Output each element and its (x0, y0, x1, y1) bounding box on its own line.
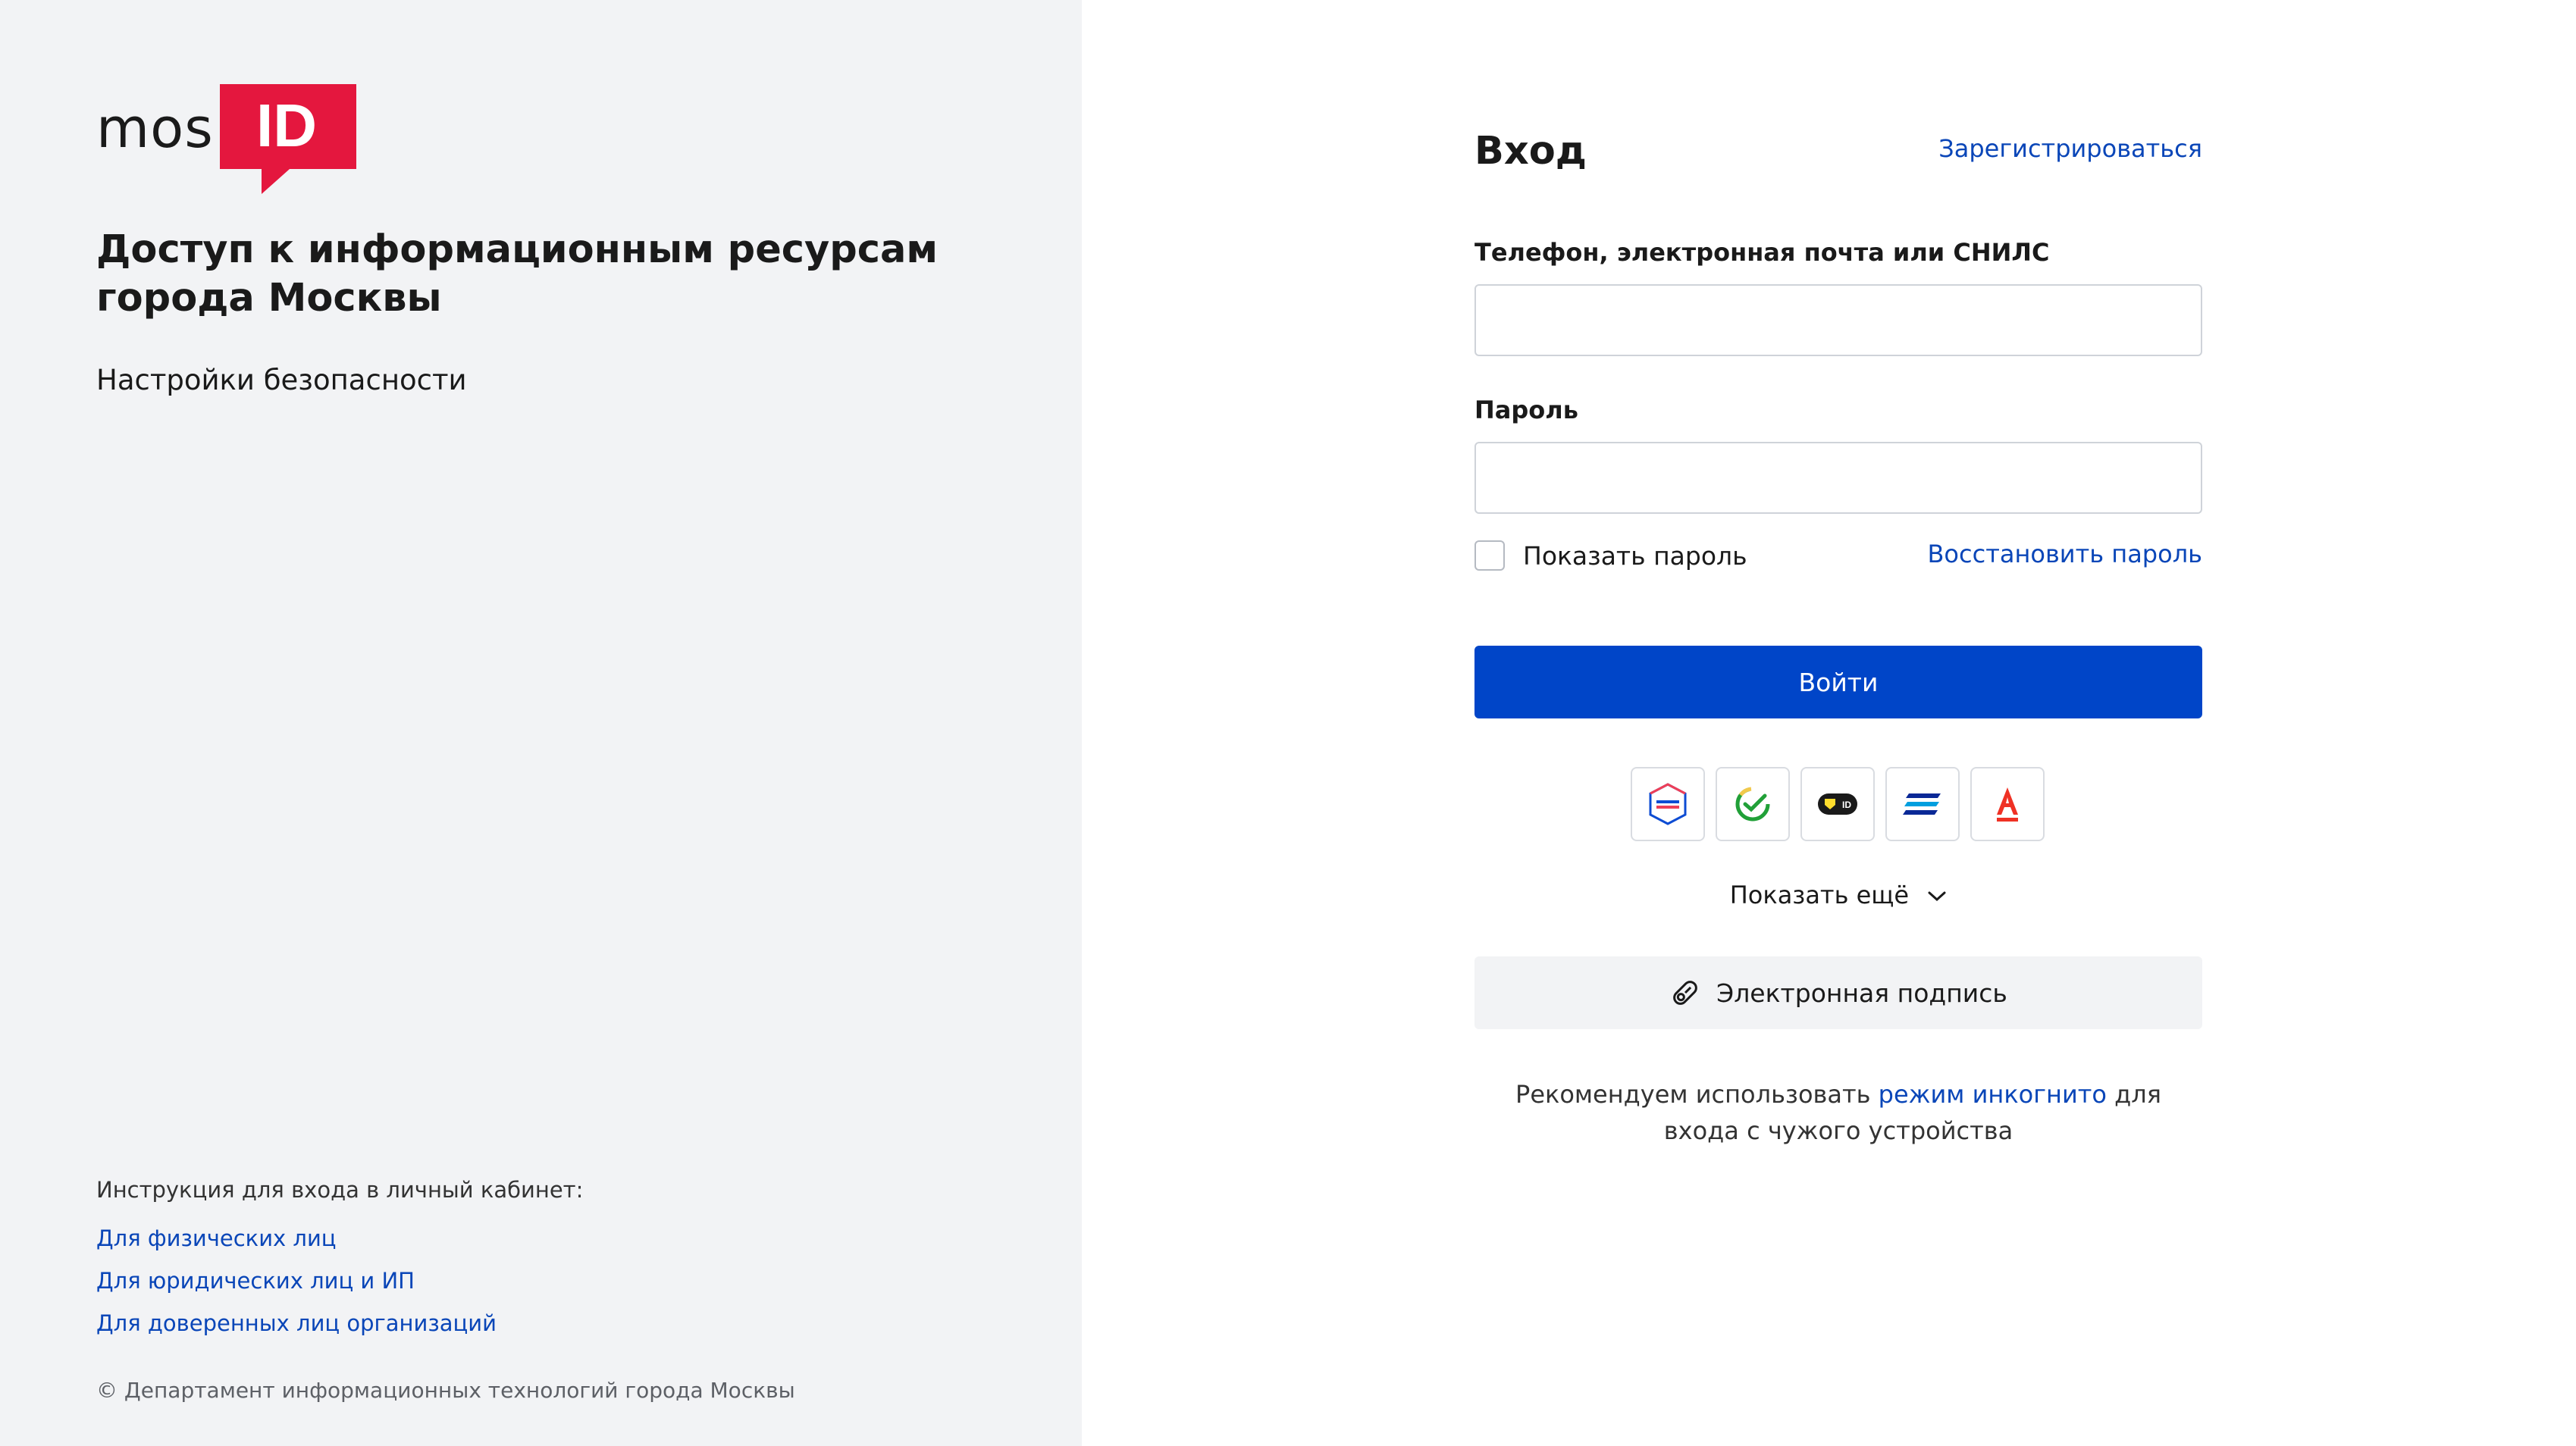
logo-wordmark: mos (96, 96, 214, 160)
show-password-label[interactable]: Показать пароль (1523, 541, 1747, 571)
incognito-mode-link[interactable]: режим инкогнито (1879, 1080, 2107, 1109)
provider-tinkoff-button[interactable]: ID (1800, 767, 1875, 841)
register-link[interactable]: Зарегистрироваться (1938, 134, 2202, 163)
signature-key-icon (1669, 977, 1701, 1009)
left-panel: mos ID Доступ к информационным ресурсам … (0, 0, 1082, 1446)
form-title: Вход (1474, 129, 1587, 174)
instructions-title: Инструкция для входа в личный кабинет: (96, 1177, 584, 1203)
provider-vtb-button[interactable] (1885, 767, 1960, 841)
provider-gosuslugi-button[interactable] (1631, 767, 1705, 841)
mos-id-logo[interactable]: mos ID (96, 84, 356, 194)
logo-badge-text: ID (256, 92, 317, 159)
electronic-signature-label: Электронная подпись (1716, 978, 2007, 1008)
show-more-label[interactable]: Показать ещё (1730, 881, 1909, 909)
alfa-bank-icon (1997, 787, 2018, 822)
page-subtitle: Настройки безопасности (96, 364, 467, 396)
vtb-icon (1903, 793, 1941, 815)
link-individuals[interactable]: Для физических лиц (96, 1225, 497, 1267)
page-heading: Доступ к информационным ресурсам города … (96, 227, 939, 321)
show-password-checkbox[interactable] (1474, 540, 1505, 571)
restore-password-link[interactable]: Восстановить пароль (1927, 540, 2202, 568)
password-input[interactable] (1474, 442, 2202, 514)
show-password-row[interactable]: Показать пароль (1474, 540, 1747, 571)
provider-alfa-button[interactable] (1970, 767, 2045, 841)
svg-text:ID: ID (1842, 800, 1851, 810)
login-field-label: Телефон, электронная почта или СНИЛС (1474, 238, 2050, 267)
instructions-links: Для физических лиц Для юридических лиц и… (96, 1225, 497, 1352)
electronic-signature-button[interactable]: Электронная подпись (1474, 956, 2202, 1029)
gosuslugi-icon (1649, 783, 1687, 825)
login-button[interactable]: Войти (1474, 646, 2202, 718)
provider-buttons: ID (1631, 767, 2055, 841)
sber-id-icon (1735, 787, 1770, 822)
link-legal-entities[interactable]: Для юридических лиц и ИП (96, 1267, 497, 1310)
link-trusted-persons[interactable]: Для доверенных лиц организаций (96, 1310, 497, 1352)
login-input[interactable] (1474, 284, 2202, 356)
provider-sber-button[interactable] (1716, 767, 1790, 841)
chevron-down-icon (1928, 891, 1946, 902)
copyright: © Департамент информационных технологий … (96, 1378, 795, 1403)
tinkoff-id-icon: ID (1818, 793, 1857, 815)
recommend-text-before: Рекомендуем использовать (1515, 1080, 1879, 1109)
show-more-toggle[interactable]: Показать ещё (1474, 881, 2202, 909)
password-field-label: Пароль (1474, 396, 1578, 424)
incognito-recommendation: Рекомендуем использовать режим инкогнито… (1474, 1076, 2202, 1149)
logo-id-badge-icon: ID (220, 84, 356, 194)
right-panel (1082, 0, 2576, 1446)
